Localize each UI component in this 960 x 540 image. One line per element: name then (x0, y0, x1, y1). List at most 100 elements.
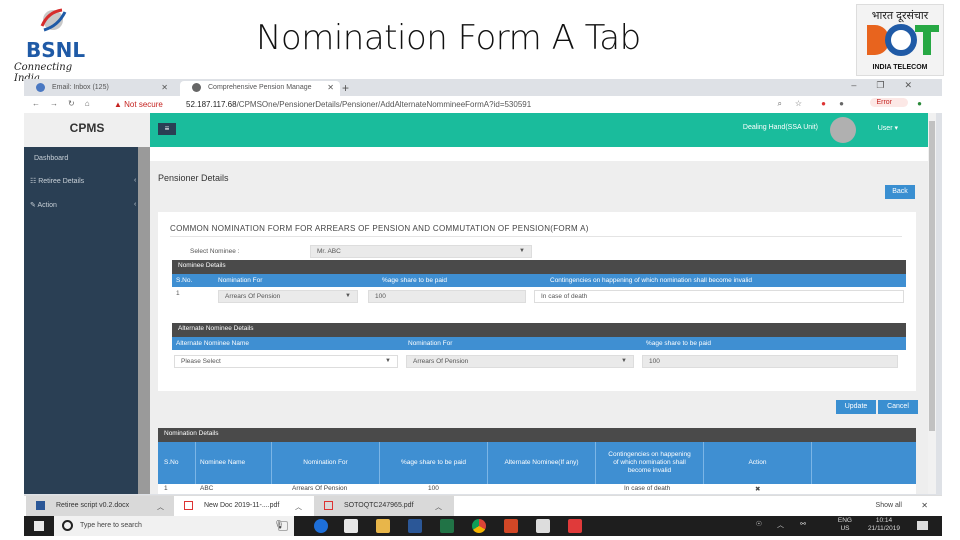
menu-toggle-button[interactable]: ≡ (158, 123, 176, 135)
col-nomination-for: Nomination For (272, 442, 380, 484)
sidebar-item-label: Action (37, 202, 57, 209)
excel-icon[interactable] (440, 519, 454, 533)
tab-strip: Email: Inbox (125) ✕ Comprehensive Pensi… (24, 79, 942, 96)
chevron-up-icon[interactable]: ︿ (157, 502, 164, 512)
cpms-app: CPMS ≡ Dealing Hand(SSA Unit) User ▾ Das… (24, 113, 936, 494)
windows-start-icon[interactable] (34, 521, 44, 531)
brand-logo[interactable]: CPMS (24, 113, 150, 147)
file-explorer-icon[interactable] (376, 519, 390, 533)
word-doc-icon (36, 501, 45, 510)
avatar[interactable] (830, 117, 856, 143)
alt-nomination-for-dropdown[interactable]: Arrears Of Pension ▼ (406, 355, 634, 368)
dot-hindi-text: भारत दूरसंचार (871, 10, 929, 22)
input-value: 100 (375, 293, 386, 300)
reload-icon[interactable]: ↻ (68, 99, 85, 108)
sidebar-item-retiree-details[interactable]: ☷ Retiree Details ‹ (30, 177, 136, 185)
tab-cpms[interactable]: Comprehensive Pension Manage ✕ (180, 81, 340, 96)
restore-icon[interactable]: ❐ (876, 80, 904, 90)
media-app-icon[interactable] (568, 519, 582, 533)
extension-icon[interactable]: ● (821, 99, 836, 108)
list-icon: ☷ (30, 178, 37, 185)
chevron-up-icon[interactable]: ︿ (435, 502, 442, 512)
back-button[interactable]: Back (885, 185, 915, 199)
dot-logo: भारत दूरसंचार INDIA TELECOM (856, 4, 944, 76)
input-value: In case of death (541, 293, 588, 300)
show-all-button[interactable]: Show all (876, 502, 902, 509)
contingency-input[interactable]: In case of death (534, 290, 904, 303)
new-tab-button[interactable]: + (342, 81, 349, 95)
minimize-icon[interactable]: – (851, 80, 876, 90)
scrollbar-thumb[interactable] (929, 121, 935, 431)
tab-email[interactable]: Email: Inbox (125) ✕ (24, 81, 174, 96)
close-window-icon[interactable]: ✕ (904, 80, 932, 90)
people-icon[interactable]: ☉ (756, 520, 762, 528)
task-view-icon[interactable] (278, 521, 288, 531)
col-alternate-nominee: Alternate Nominee(If any) (488, 442, 596, 484)
notification-icon[interactable] (917, 521, 928, 530)
nomination-form-card: COMMON NOMINATION FORM FOR ARREARS OF PE… (158, 212, 916, 326)
clock[interactable]: 10:14 21/11/2019 (868, 517, 900, 533)
mail-icon[interactable] (536, 519, 550, 533)
sidebar-item-label: Retiree Details (38, 178, 85, 185)
sidebar-item-action[interactable]: ✎ Action ‹ (30, 201, 136, 209)
network-icon[interactable]: ⚯ (800, 520, 806, 528)
not-secure-badge[interactable]: ▲ Not secure (114, 100, 163, 109)
zoom-icon[interactable]: ⌕ (778, 99, 792, 109)
cortana-icon (62, 520, 73, 531)
taskbar-search-input[interactable]: Type here to search 🎙 (54, 516, 294, 536)
page-scrollbar[interactable] (928, 113, 936, 494)
chrome-icon[interactable] (472, 519, 486, 533)
downloads-bar: Retiree script v0.2.docx ︿ New Doc 2019-… (24, 495, 942, 516)
slide-title: Nomination Form A Tab (256, 18, 641, 58)
close-tab-icon[interactable]: ✕ (161, 83, 168, 92)
download-name: SOTOQTC247965.pdf (344, 502, 414, 509)
language-indicator[interactable]: ENG US (838, 517, 852, 533)
content-header-strip (150, 147, 928, 161)
bsnl-swirl-icon (40, 8, 67, 32)
sidebar-scrollbar[interactable] (138, 147, 150, 494)
download-item[interactable]: SOTOQTC247965.pdf ︿ (314, 496, 454, 516)
nomination-for-dropdown[interactable]: Arrears Of Pension ▼ (218, 290, 358, 303)
user-menu-dropdown[interactable]: User ▾ (878, 124, 898, 132)
home-icon[interactable]: ⌂ (85, 99, 100, 108)
chevron-down-icon: ▼ (519, 248, 525, 254)
pdf-icon (324, 501, 333, 510)
row-sno: 1 (164, 485, 168, 492)
edge-icon[interactable] (314, 519, 328, 533)
url-input[interactable]: 52.187.117.68/CPMSOne/PensionerDetails/P… (186, 100, 531, 109)
delete-icon[interactable]: ✖ (755, 485, 760, 493)
word-icon[interactable] (408, 519, 422, 533)
close-tab-icon[interactable]: ✕ (327, 83, 334, 92)
alternate-nominee-dropdown[interactable]: Please Select ▼ (174, 355, 398, 368)
update-button[interactable]: Update (836, 400, 876, 414)
page-title: Pensioner Details (158, 173, 229, 183)
store-icon[interactable] (344, 519, 358, 533)
nomination-details-header: Nomination Details (158, 428, 916, 442)
select-value: Arrears Of Pension (225, 293, 281, 300)
url-host: 52.187.117.68 (186, 100, 237, 109)
col-nomination-for: Nomination For (408, 340, 453, 347)
back-icon[interactable]: ← (32, 99, 50, 108)
chat-extension-icon[interactable]: ● (839, 99, 854, 108)
download-item[interactable]: New Doc 2019-11-....pdf ︿ (174, 496, 314, 516)
share-input[interactable]: 100 (368, 290, 526, 303)
col-share: %age share to be paid (646, 340, 712, 347)
chevron-down-icon: ▼ (345, 293, 351, 299)
error-badge[interactable]: Error (870, 98, 908, 107)
select-nominee-dropdown[interactable]: Mr. ABC ▼ (310, 245, 532, 258)
show-hidden-icons[interactable]: ︿ (777, 520, 784, 530)
powerpoint-icon[interactable] (504, 519, 518, 533)
dot-o-shape (885, 24, 917, 56)
alt-share-input[interactable]: 100 (642, 355, 898, 368)
bookmark-star-icon[interactable]: ☆ (795, 99, 812, 108)
cancel-button[interactable]: Cancel (878, 400, 918, 414)
chevron-up-icon[interactable]: ︿ (295, 502, 302, 512)
download-item[interactable]: Retiree script v0.2.docx ︿ (26, 496, 176, 516)
close-downloads-icon[interactable]: ✕ (921, 501, 928, 510)
extension-green-icon[interactable]: ● (917, 99, 932, 108)
forward-icon[interactable]: → (50, 99, 68, 108)
select-value: Please Select (181, 358, 221, 365)
window-controls[interactable]: –❐✕ (851, 80, 932, 91)
sidebar-item-dashboard[interactable]: Dashboard (34, 155, 68, 162)
col-share: %age share to be paid (382, 277, 448, 284)
